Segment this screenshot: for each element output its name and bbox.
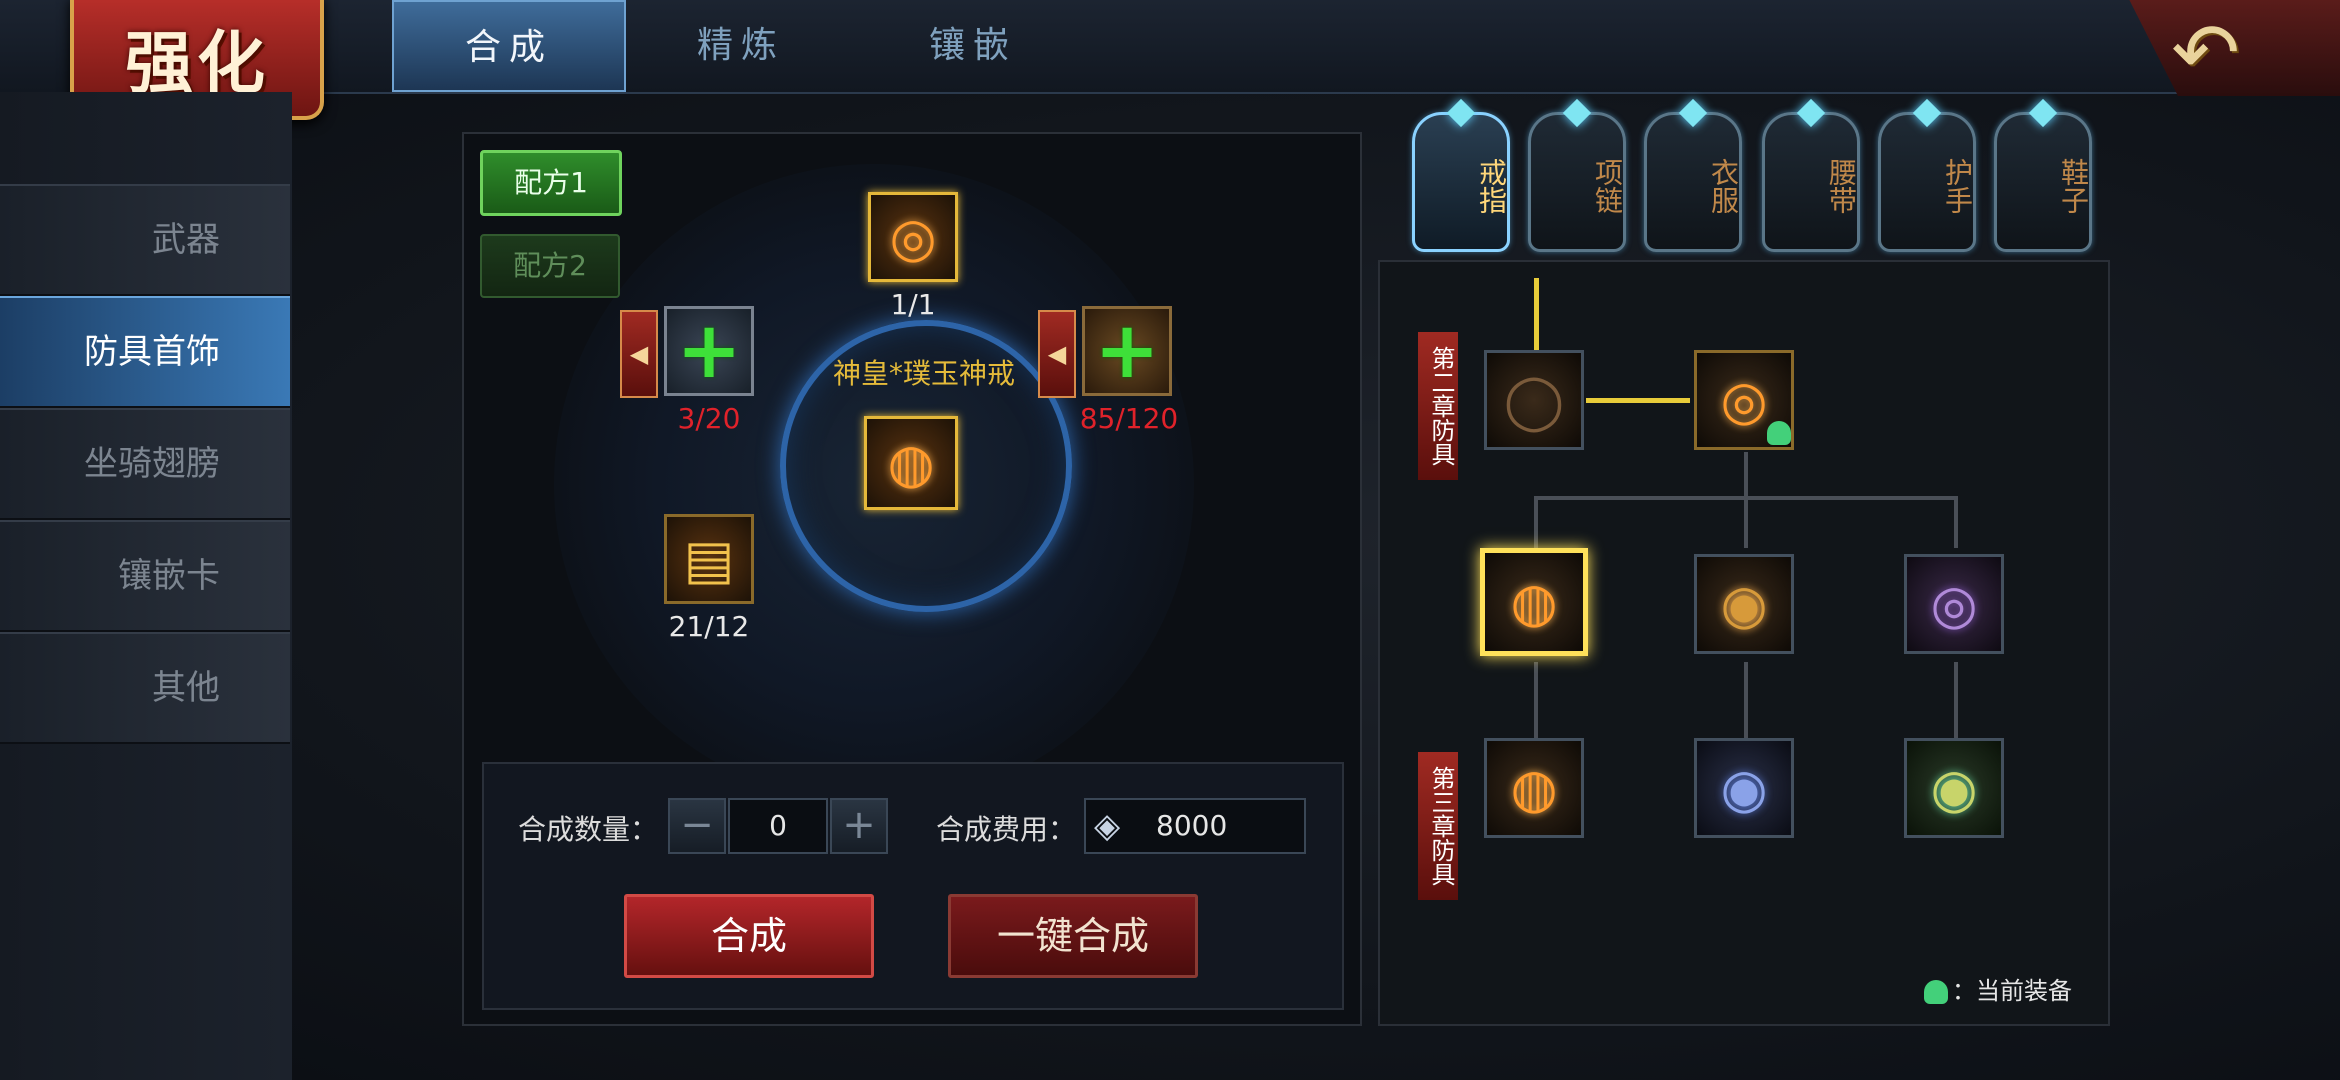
scroll-slot[interactable]: ▤ (664, 514, 754, 604)
current-equip-icon (1924, 980, 1948, 1004)
craft-all-button[interactable]: 一键合成 (948, 894, 1198, 978)
equip-tab-clothes[interactable]: 衣服 (1644, 98, 1742, 252)
sidebar-item-mount-wings[interactable]: 坐骑翅膀 (0, 408, 290, 520)
tree-connector (1744, 452, 1748, 498)
sidebar-item-armor-accessory[interactable]: 防具首饰 (0, 296, 290, 408)
chapter-2-label: 第二章防具 (1418, 332, 1458, 480)
tab-inlay[interactable]: 镶嵌 (858, 0, 1088, 88)
equip-tab-label: 鞋子 (2057, 158, 2090, 214)
sidebar-item-label: 防具首饰 (84, 332, 220, 372)
back-arrow-icon: ↶ (2171, 6, 2240, 101)
top-bar: 合成 精炼 镶嵌 ↶ (0, 0, 2340, 96)
ring-icon: ◉ (1930, 756, 1978, 820)
back-button[interactable]: ↶ (2129, 0, 2340, 96)
tree-connector (1744, 662, 1748, 738)
cost-field: ◈ 8000 (1084, 798, 1306, 854)
upgrade-tree-panel: 第二章防具 第三章防具 ◯ ◎ ◍ ◉ ◎ ◍ ◉ ◉ ：当前装备 (1378, 260, 2110, 1026)
equip-tab-label: 衣服 (1707, 158, 1740, 214)
equip-tab-belt[interactable]: 腰带 (1762, 98, 1860, 252)
tree-item-slot[interactable]: ◉ (1904, 738, 2004, 838)
sidebar-item-label: 武器 (152, 220, 220, 260)
recipe-1-button[interactable]: 配方1 (480, 150, 622, 216)
target-item-count: 1/1 (890, 288, 936, 321)
tree-connector (1534, 662, 1538, 738)
craft-controls: 合成数量： − 0 + 合成费用： ◈ 8000 合成 一键合成 (482, 762, 1344, 1010)
left-arrow-button[interactable]: ◀ (620, 310, 658, 398)
tree-item-slot-current[interactable]: ◎ (1694, 350, 1794, 450)
tree-item-slot[interactable]: ◍ (1484, 738, 1584, 838)
ring-icon: ◯ (1503, 368, 1565, 432)
material-left-slot[interactable]: + (664, 306, 754, 396)
tree-item-slot[interactable]: ◉ (1694, 554, 1794, 654)
ring-icon: ◍ (887, 431, 935, 495)
equip-tab-shoes[interactable]: 鞋子 (1994, 98, 2092, 252)
equip-tab-label: 戒指 (1475, 158, 1508, 214)
current-equip-legend-text: ：当前装备 (1952, 977, 2072, 1005)
ring-icon: ◎ (889, 205, 937, 269)
tree-item-slot-selected[interactable]: ◍ (1480, 548, 1588, 656)
silver-coin-icon: ◈ (1094, 806, 1121, 846)
tree-item-slot[interactable]: ◉ (1694, 738, 1794, 838)
sidebar-item-label: 镶嵌卡 (118, 556, 220, 596)
tree-item-slot[interactable]: ◎ (1904, 554, 2004, 654)
ring-icon: ◉ (1720, 572, 1768, 636)
tree-connector (1534, 278, 1539, 350)
sidebar-item-weapon[interactable]: 武器 (0, 184, 290, 296)
material-right-slot[interactable]: + (1082, 306, 1172, 396)
tab-synthesis[interactable]: 合成 (392, 0, 626, 92)
synthesis-panel: 配方1 配方2 ◎ 1/1 ◀ + 3/20 ◀ + 85/120 神皇*璞玉神… (462, 132, 1362, 1026)
current-equip-icon (1767, 421, 1791, 445)
ring-icon: ◎ (1930, 572, 1978, 636)
sidebar-item-other[interactable]: 其他 (0, 632, 290, 744)
chapter-3-label: 第三章防具 (1418, 752, 1458, 900)
equip-tab-gloves[interactable]: 护手 (1878, 98, 1976, 252)
sidebar-item-inlay-card[interactable]: 镶嵌卡 (0, 520, 290, 632)
equip-tab-necklace[interactable]: 项链 (1528, 98, 1626, 252)
sidebar: 武器 防具首饰 坐骑翅膀 镶嵌卡 其他 (0, 92, 292, 1080)
tab-refine[interactable]: 精炼 (626, 0, 856, 88)
sidebar-item-label: 坐骑翅膀 (84, 444, 220, 484)
material-left-count: 3/20 (677, 402, 741, 435)
target-item-slot[interactable]: ◎ (868, 192, 958, 282)
plus-icon: + (676, 306, 742, 396)
current-equip-legend: ：当前装备 (1924, 971, 2072, 1006)
result-item-slot[interactable]: ◍ (864, 416, 958, 510)
tree-connector (1954, 496, 1958, 548)
quantity-increase-button[interactable]: + (830, 798, 888, 854)
tree-item-slot[interactable]: ◯ (1484, 350, 1584, 450)
recipe-2-button[interactable]: 配方2 (480, 234, 620, 298)
cost-label: 合成费用： (936, 813, 1077, 846)
equip-tab-label: 腰带 (1825, 158, 1858, 214)
ring-icon: ◍ (1510, 570, 1558, 634)
quantity-decrease-button[interactable]: − (668, 798, 726, 854)
quantity-label: 合成数量： (518, 813, 659, 846)
material-right-count: 85/120 (1079, 402, 1179, 435)
craft-button[interactable]: 合成 (624, 894, 874, 978)
tree-connector (1954, 662, 1958, 738)
equip-tab-label: 护手 (1941, 158, 1974, 214)
cost-value: 8000 (1156, 809, 1228, 842)
tree-connector (1586, 398, 1690, 403)
quantity-input[interactable]: 0 (728, 798, 828, 854)
ring-icon: ◉ (1720, 756, 1768, 820)
scroll-icon: ▤ (683, 527, 735, 591)
equip-tab-label: 项链 (1591, 158, 1624, 214)
sidebar-item-label: 其他 (152, 668, 220, 708)
scroll-count: 21/12 (668, 610, 750, 643)
tree-connector (1534, 496, 1538, 548)
ring-icon: ◍ (1510, 756, 1558, 820)
result-item-name: 神皇*璞玉神戒 (832, 357, 1015, 390)
plus-icon: + (1094, 306, 1160, 396)
equip-tab-ring[interactable]: 戒指 (1412, 98, 1510, 252)
tree-connector (1744, 496, 1748, 548)
